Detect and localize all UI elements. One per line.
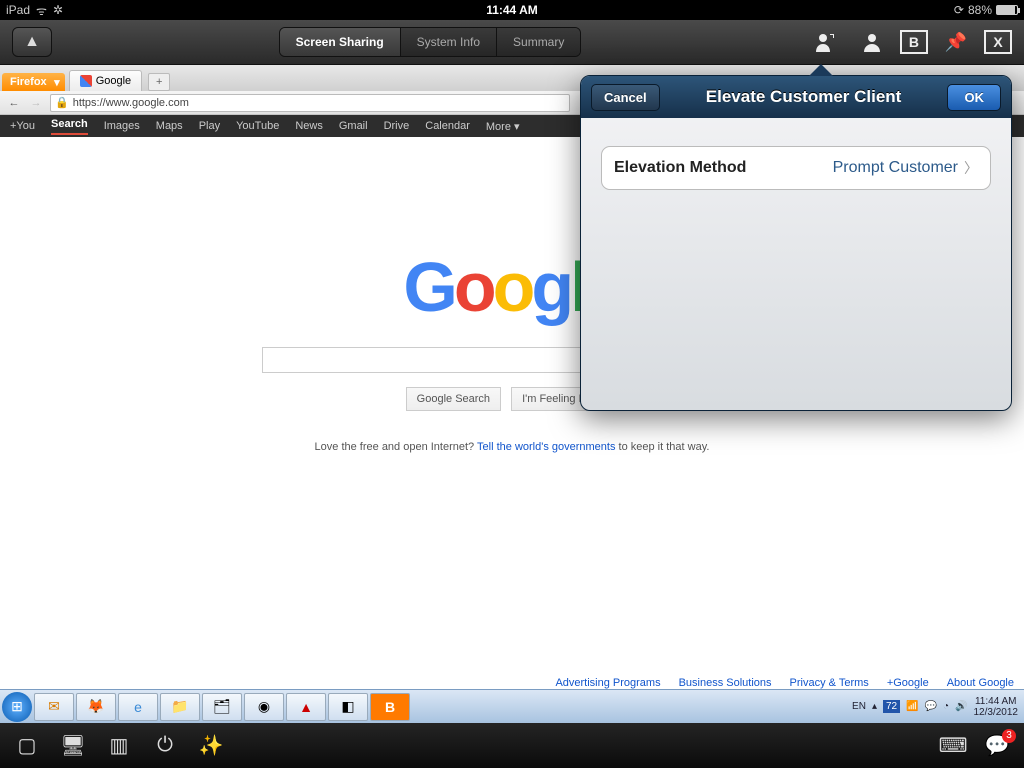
address-bar[interactable]: 🔒 https://www.google.com xyxy=(50,94,570,112)
popover-title: Elevate Customer Client xyxy=(706,87,902,107)
taskbar-firefox-icon[interactable]: 🦊 xyxy=(76,693,116,721)
chat-icon[interactable]: 💬 xyxy=(984,733,1010,759)
taskbar-outlook-icon[interactable]: ✉ xyxy=(34,693,74,721)
footer-advertising[interactable]: Advertising Programs xyxy=(555,677,660,689)
tray-volume-icon[interactable]: 🔊 xyxy=(955,701,967,712)
taskbar-folder-icon[interactable]: 🗂 xyxy=(202,693,242,721)
gbar-gmail[interactable]: Gmail xyxy=(339,120,368,132)
start-button[interactable]: ⊞ xyxy=(2,692,32,722)
tray-chat-icon[interactable]: 💬 xyxy=(925,701,937,712)
gbar-images[interactable]: Images xyxy=(104,120,140,132)
pin-icon[interactable]: 📌 xyxy=(938,27,974,57)
close-session-icon[interactable]: X xyxy=(984,30,1012,54)
tab-screen-sharing[interactable]: Screen Sharing xyxy=(280,28,401,56)
screens-icon[interactable]: 🖥 xyxy=(60,733,86,759)
gbar-you[interactable]: +You xyxy=(10,120,35,132)
fullscreen-icon[interactable]: ▢ xyxy=(14,733,40,759)
ok-button[interactable]: OK xyxy=(947,84,1001,111)
footer-privacy[interactable]: Privacy & Terms xyxy=(790,677,869,689)
footer-plusgoogle[interactable]: +Google xyxy=(887,677,929,689)
cancel-button[interactable]: Cancel xyxy=(591,84,660,111)
bomgar-icon[interactable]: B xyxy=(900,30,928,54)
gbar-more[interactable]: More ▾ xyxy=(486,120,520,133)
back-button[interactable]: ▲ xyxy=(12,27,52,57)
taskbar-app-icon[interactable]: ◧ xyxy=(328,693,368,721)
lock-icon: 🔒 xyxy=(55,96,69,109)
gbar-calendar[interactable]: Calendar xyxy=(425,120,470,132)
gbar-search[interactable]: Search xyxy=(51,118,88,135)
google-favicon-icon xyxy=(80,75,92,87)
carrier-label: iPad xyxy=(6,3,30,17)
elevation-method-label: Elevation Method xyxy=(614,159,746,177)
taskbar-media-icon[interactable]: ◉ xyxy=(244,693,284,721)
tray-lang[interactable]: EN xyxy=(852,701,866,712)
tray-network-icon[interactable]: 📶 xyxy=(906,701,918,712)
tab-summary[interactable]: Summary xyxy=(497,28,580,56)
tab-system-info[interactable]: System Info xyxy=(401,28,497,56)
footer-business[interactable]: Business Solutions xyxy=(679,677,772,689)
display-icon[interactable]: ▥ xyxy=(106,733,132,759)
gbar-youtube[interactable]: YouTube xyxy=(236,120,279,132)
elevation-method-value: Prompt Customer xyxy=(833,159,958,177)
gbar-maps[interactable]: Maps xyxy=(156,120,183,132)
google-search-button[interactable]: Google Search xyxy=(406,387,501,411)
nav-forward-icon[interactable]: → xyxy=(28,97,44,109)
bottom-toolbar: ▢ 🖥 ▥ ⏻ ✨ ⌨ 💬 xyxy=(0,723,1024,768)
ios-status-bar: iPad ᯤ ✲ 11:44 AM ⟳ 88% xyxy=(0,0,1024,20)
url-text: https://www.google.com xyxy=(73,97,189,109)
taskbar-pdf-icon[interactable]: ▲ xyxy=(286,693,326,721)
footer-about[interactable]: About Google xyxy=(947,677,1014,689)
activity-icon: ✲ xyxy=(53,3,63,17)
google-footer: Advertising Programs Business Solutions … xyxy=(555,677,1014,689)
battery-pct: 88% xyxy=(968,3,992,17)
tray-temp[interactable]: 72 xyxy=(883,700,900,713)
google-message: Love the free and open Internet? Tell th… xyxy=(315,441,710,453)
windows-taskbar: ⊞ ✉ 🦊 e 📁 🗂 ◉ ▲ ◧ B EN ▴ 72 📶 💬 ◔ 🔊 11:4… xyxy=(0,689,1024,723)
firefox-menu-button[interactable]: Firefox xyxy=(2,73,65,91)
chevron-right-icon: 〉 xyxy=(964,158,978,178)
actions-icon[interactable]: ✨ xyxy=(198,733,224,759)
gbar-play[interactable]: Play xyxy=(199,120,220,132)
status-time: 11:44 AM xyxy=(486,3,538,17)
new-tab-button[interactable]: + xyxy=(148,73,170,91)
google-message-link[interactable]: Tell the world's governments xyxy=(477,441,615,453)
elevation-method-row[interactable]: Elevation Method Prompt Customer 〉 xyxy=(601,146,991,190)
elevate-client-popover: Cancel Elevate Customer Client OK Elevat… xyxy=(580,75,1012,411)
tray-av-icon[interactable]: ◔ xyxy=(943,701,949,712)
elevate-client-icon[interactable] xyxy=(808,27,844,57)
nav-back-icon[interactable]: ← xyxy=(6,97,22,109)
browser-tab-google[interactable]: Google xyxy=(69,70,142,91)
orientation-lock-icon: ⟳ xyxy=(954,3,964,17)
view-segmented-control: Screen Sharing System Info Summary xyxy=(279,27,582,57)
gbar-drive[interactable]: Drive xyxy=(384,120,410,132)
tray-clock[interactable]: 11:44 AM 12/3/2012 xyxy=(974,696,1019,718)
power-icon[interactable]: ⏻ xyxy=(152,733,178,759)
tab-title: Google xyxy=(96,75,131,87)
battery-icon xyxy=(996,5,1018,15)
taskbar-bomgar-icon[interactable]: B xyxy=(370,693,410,721)
user-icon[interactable] xyxy=(854,27,890,57)
wifi-icon: ᯤ xyxy=(36,2,47,19)
system-tray: EN ▴ 72 📶 💬 ◔ 🔊 11:44 AM 12/3/2012 xyxy=(852,696,1022,718)
keyboard-icon[interactable]: ⌨ xyxy=(940,733,966,759)
taskbar-explorer-icon[interactable]: 📁 xyxy=(160,693,200,721)
gbar-news[interactable]: News xyxy=(295,120,323,132)
popover-header: Cancel Elevate Customer Client OK xyxy=(581,76,1011,118)
tray-arrow-icon[interactable]: ▴ xyxy=(872,701,877,712)
taskbar-ie-icon[interactable]: e xyxy=(118,693,158,721)
app-toolbar: ▲ Screen Sharing System Info Summary B 📌… xyxy=(0,20,1024,65)
